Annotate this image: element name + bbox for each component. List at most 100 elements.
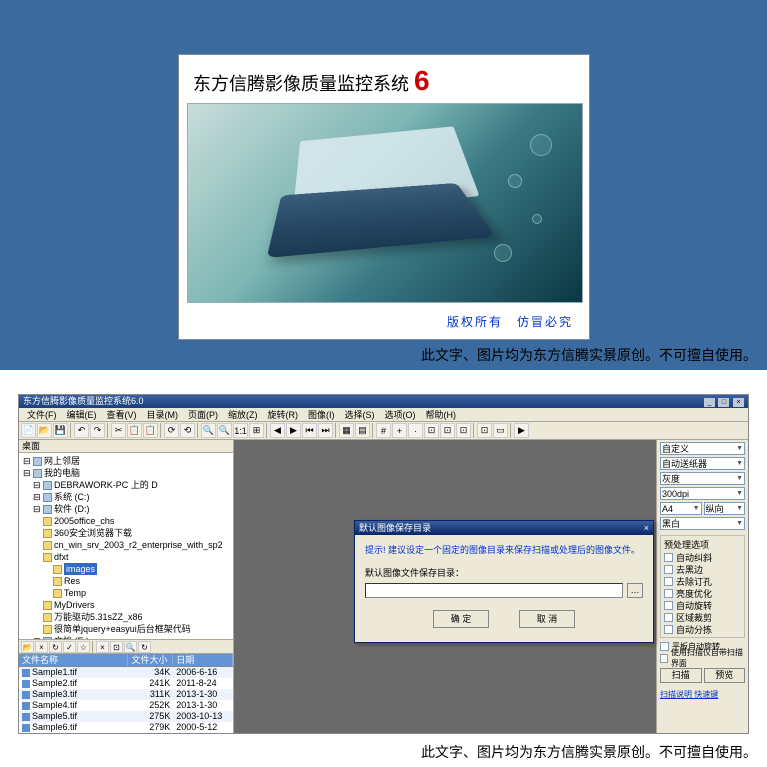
tree-node[interactable]: ⊟ DEBRAWORK-PC 上的 D	[21, 479, 231, 491]
select-color[interactable]: 灰度▼	[660, 472, 745, 485]
toolbar-button[interactable]: 🔍	[201, 423, 216, 438]
tree-node[interactable]: ⊟ 软件 (D:)	[21, 503, 231, 515]
tree-node[interactable]: MyDrivers	[21, 599, 231, 611]
toolbar-button[interactable]: ▤	[355, 423, 370, 438]
minimize-icon[interactable]: _	[704, 398, 715, 407]
close-icon[interactable]: ×	[733, 398, 744, 407]
toolbar-button[interactable]: +	[392, 423, 407, 438]
folder-tool-button[interactable]: 📂	[21, 641, 34, 653]
ok-button[interactable]: 确 定	[433, 610, 489, 628]
tree-node[interactable]: images	[21, 563, 231, 575]
tree-node[interactable]: 2005office_chs	[21, 515, 231, 527]
toolbar-button[interactable]: 1:1	[233, 423, 248, 438]
column-header[interactable]: 日期	[173, 654, 233, 666]
toolbar-button[interactable]: ↷	[90, 423, 105, 438]
preview-button[interactable]: 预览	[704, 668, 746, 683]
checkbox-option[interactable]: 使用扫描仪自带扫描界面	[660, 652, 745, 664]
toolbar-button[interactable]: ▶	[514, 423, 529, 438]
menu-item[interactable]: 帮助(H)	[421, 408, 462, 422]
column-header[interactable]: 文件名称	[19, 654, 128, 666]
file-list[interactable]: Sample1.tif34K2006-6-16Sample2.tif241K20…	[19, 667, 233, 733]
tree-node[interactable]: cn_win_srv_2003_r2_enterprise_with_sp2	[21, 539, 231, 551]
folder-tool-button[interactable]: ⊡	[110, 641, 123, 653]
toolbar-button[interactable]: ⊡	[424, 423, 439, 438]
toolbar-button[interactable]: ⟲	[180, 423, 195, 438]
toolbar-button[interactable]: ⊞	[249, 423, 264, 438]
toolbar-button[interactable]: ⏭	[318, 423, 333, 438]
toolbar-button[interactable]: 💾	[53, 423, 68, 438]
toolbar-button[interactable]: ▶	[286, 423, 301, 438]
file-row[interactable]: Sample2.tif241K2011-8-24	[19, 678, 233, 689]
select-bw[interactable]: 黑白▼	[660, 517, 745, 530]
folder-tree[interactable]: ⊟ 网上邻居⊟ 我的电脑⊟ DEBRAWORK-PC 上的 D⊟ 系统 (C:)…	[19, 453, 233, 639]
file-row[interactable]: Sample3.tif311K2013-1-30	[19, 689, 233, 700]
select-custom[interactable]: 自定义▼	[660, 442, 745, 455]
folder-tool-button[interactable]: ↻	[138, 641, 151, 653]
menu-item[interactable]: 旋转(R)	[263, 408, 304, 422]
toolbar-button[interactable]: ·	[408, 423, 423, 438]
column-header[interactable]: 文件大小	[128, 654, 173, 666]
folder-tool-button[interactable]: 🔍	[124, 641, 137, 653]
checkbox-option[interactable]: 去除订孔	[664, 575, 741, 587]
toolbar-button[interactable]: ✂	[111, 423, 126, 438]
checkbox-option[interactable]: 区域裁剪	[664, 611, 741, 623]
toolbar-button[interactable]: ▦	[339, 423, 354, 438]
folder-tool-button[interactable]: ×	[35, 641, 48, 653]
toolbar-button[interactable]: 📂	[37, 423, 52, 438]
dialog-titlebar[interactable]: 默认图像保存目录 ×	[355, 521, 653, 535]
dialog-close-icon[interactable]: ×	[644, 521, 649, 535]
toolbar-button[interactable]: ↶	[74, 423, 89, 438]
toolbar-button[interactable]: 🔍	[217, 423, 232, 438]
toolbar-button[interactable]: 📋	[127, 423, 142, 438]
tree-node[interactable]: ⊟ 系统 (C:)	[21, 491, 231, 503]
scan-button[interactable]: 扫描	[660, 668, 702, 683]
select-feeder[interactable]: 自动送纸器▼	[660, 457, 745, 470]
folder-tool-button[interactable]: ✓	[63, 641, 76, 653]
menu-item[interactable]: 目录(M)	[142, 408, 184, 422]
menu-item[interactable]: 编辑(E)	[62, 408, 102, 422]
toolbar-button[interactable]: 📄	[21, 423, 36, 438]
menu-item[interactable]: 选择(S)	[340, 408, 380, 422]
tree-node[interactable]: ⊟ 网上邻居	[21, 455, 231, 467]
toolbar-button[interactable]: ⊡	[440, 423, 455, 438]
right-links[interactable]: 扫描说明 快速键	[660, 689, 745, 700]
toolbar-button[interactable]: #	[376, 423, 391, 438]
toolbar-button[interactable]: ⊡	[456, 423, 471, 438]
checkbox-option[interactable]: 自动纠斜	[664, 551, 741, 563]
toolbar-button[interactable]: ⊡	[477, 423, 492, 438]
folder-tool-button[interactable]: ↻	[49, 641, 62, 653]
file-row[interactable]: Sample5.tif275K2003-10-13	[19, 711, 233, 722]
tree-node[interactable]: 很简单jquery+easyui后台框架代码	[21, 623, 231, 635]
select-orient[interactable]: 纵向▼	[704, 502, 746, 515]
toolbar-button[interactable]: ◀	[270, 423, 285, 438]
menu-item[interactable]: 缩放(Z)	[223, 408, 263, 422]
file-row[interactable]: Sample4.tif252K2013-1-30	[19, 700, 233, 711]
toolbar-button[interactable]: ▭	[493, 423, 508, 438]
menu-item[interactable]: 图像(I)	[303, 408, 340, 422]
menu-item[interactable]: 查看(V)	[102, 408, 142, 422]
maximize-icon[interactable]: □	[718, 398, 729, 407]
toolbar-button[interactable]: ⏮	[302, 423, 317, 438]
checkbox-option[interactable]: 自动分拣	[664, 623, 741, 635]
tree-node[interactable]: Res	[21, 575, 231, 587]
folder-tool-button[interactable]: ☆	[77, 641, 90, 653]
cancel-button[interactable]: 取 消	[519, 610, 575, 628]
tree-node[interactable]: dfxt	[21, 551, 231, 563]
tree-node[interactable]: Temp	[21, 587, 231, 599]
titlebar[interactable]: 东方信腾影像质量监控系统6.0 _ □ ×	[19, 395, 748, 408]
menu-item[interactable]: 文件(F)	[22, 408, 62, 422]
menu-item[interactable]: 选项(O)	[380, 408, 421, 422]
file-row[interactable]: Sample6.tif279K2000-5-12	[19, 722, 233, 733]
tree-node[interactable]: 360安全浏览器下载	[21, 527, 231, 539]
tree-node[interactable]: 万能驱动5.31sZZ_x86	[21, 611, 231, 623]
select-paper[interactable]: A4▼	[660, 502, 702, 515]
checkbox-option[interactable]: 亮度优化	[664, 587, 741, 599]
select-dpi[interactable]: 300dpi▼	[660, 487, 745, 500]
checkbox-option[interactable]: 自动旋转	[664, 599, 741, 611]
toolbar-button[interactable]: 📋	[143, 423, 158, 438]
file-row[interactable]: Sample1.tif34K2006-6-16	[19, 667, 233, 678]
tree-node[interactable]: ⊟ 我的电脑	[21, 467, 231, 479]
folder-tool-button[interactable]: ×	[96, 641, 109, 653]
menu-item[interactable]: 页面(P)	[183, 408, 223, 422]
dir-input[interactable]	[365, 583, 623, 598]
